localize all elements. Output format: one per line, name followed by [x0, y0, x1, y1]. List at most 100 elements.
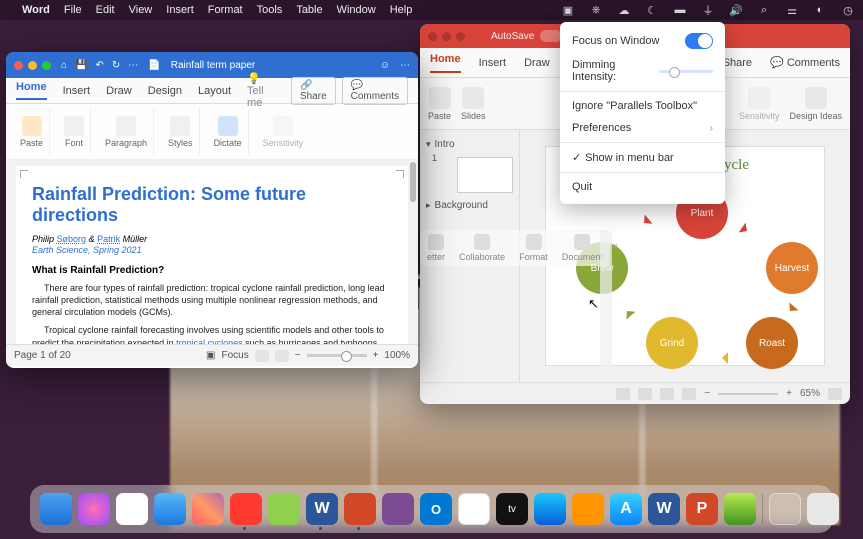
- view-slideshow-icon[interactable]: [682, 388, 696, 400]
- menu-tools[interactable]: Tools: [257, 4, 283, 16]
- dock-paint[interactable]: [458, 493, 490, 525]
- dock-app2[interactable]: [724, 493, 756, 525]
- menu-help[interactable]: Help: [390, 4, 413, 16]
- menu-table[interactable]: Table: [296, 4, 322, 16]
- vertical-scrollbar[interactable]: [410, 162, 416, 202]
- fit-icon[interactable]: [828, 388, 842, 400]
- tell-me[interactable]: Tell me: [247, 85, 264, 109]
- styles-icon[interactable]: [170, 116, 190, 136]
- dock-appstore[interactable]: A: [610, 493, 642, 525]
- minimize-icon[interactable]: [28, 61, 37, 70]
- menu-view[interactable]: View: [129, 4, 153, 16]
- dock-app[interactable]: [268, 493, 300, 525]
- view-normal-icon[interactable]: [616, 388, 630, 400]
- tab-design[interactable]: Design: [148, 85, 182, 97]
- status-wifi-icon[interactable]: ⏚: [701, 3, 715, 17]
- quit-option[interactable]: Quit: [572, 181, 592, 193]
- status-clock-icon[interactable]: ◷: [841, 3, 855, 17]
- tab-home[interactable]: Home: [16, 81, 47, 100]
- maximize-icon[interactable]: [456, 32, 465, 41]
- dock-books[interactable]: [572, 493, 604, 525]
- menu-file[interactable]: File: [64, 4, 82, 16]
- dock-parallels[interactable]: [230, 493, 262, 525]
- focus-toggle[interactable]: [685, 33, 713, 49]
- dock-outlook[interactable]: O: [420, 493, 452, 525]
- tab-draw[interactable]: Draw: [524, 57, 550, 69]
- comments-button[interactable]: 💬 Comments: [342, 77, 408, 105]
- dock-word[interactable]: W: [306, 493, 338, 525]
- ignore-option[interactable]: Ignore "Parallels Toolbox": [572, 100, 697, 112]
- close-icon[interactable]: [428, 32, 437, 41]
- tab-home[interactable]: Home: [430, 53, 461, 73]
- tab-insert[interactable]: Insert: [63, 85, 91, 97]
- dock-appletv[interactable]: tv: [496, 493, 528, 525]
- sync-icon[interactable]: ☺: [380, 60, 390, 71]
- tab-insert[interactable]: Insert: [479, 57, 507, 69]
- dimming-slider[interactable]: [659, 70, 713, 73]
- status-control-center-icon[interactable]: ⚌: [785, 3, 799, 17]
- status-moon-icon[interactable]: ☾: [645, 3, 659, 17]
- home-icon[interactable]: ⌂: [61, 60, 67, 71]
- status-volume-icon[interactable]: 🔊: [729, 3, 743, 17]
- status-tray-icon[interactable]: ▣: [561, 3, 575, 17]
- menu-insert[interactable]: Insert: [166, 4, 194, 16]
- paragraph-icon[interactable]: [116, 116, 136, 136]
- focus-mode-label[interactable]: Focus: [222, 350, 249, 361]
- more-icon[interactable]: ⋯: [128, 60, 138, 71]
- dock-finder[interactable]: [40, 493, 72, 525]
- menu-format[interactable]: Format: [208, 4, 243, 16]
- dock-calendar[interactable]: [116, 493, 148, 525]
- slides-icon[interactable]: [462, 87, 484, 109]
- view-print-icon[interactable]: [255, 350, 269, 362]
- slide-thumbnail[interactable]: [457, 157, 513, 193]
- dock-word2[interactable]: W: [648, 493, 680, 525]
- font-icon[interactable]: [64, 116, 84, 136]
- save-icon[interactable]: 💾: [75, 60, 87, 71]
- menu-window[interactable]: Window: [337, 4, 376, 16]
- dock-onenote[interactable]: [382, 493, 414, 525]
- ppt-share[interactable]: Share: [723, 57, 752, 69]
- tab-draw[interactable]: Draw: [106, 85, 132, 97]
- chevron-right-icon[interactable]: ▸: [426, 200, 431, 211]
- view-web-icon[interactable]: [275, 350, 289, 362]
- document-paper[interactable]: Rainfall Prediction: Some future directi…: [16, 166, 408, 344]
- share-button[interactable]: 🔗 Share: [291, 77, 336, 105]
- dock-powerpoint[interactable]: P: [686, 493, 718, 525]
- view-sorter-icon[interactable]: [638, 388, 652, 400]
- dock-safari[interactable]: [154, 493, 186, 525]
- menu-edit[interactable]: Edit: [96, 4, 115, 16]
- overflow-icon[interactable]: ⋯: [400, 60, 410, 71]
- dock-siri[interactable]: [78, 493, 110, 525]
- ppt-comments[interactable]: Comments: [787, 57, 840, 69]
- app-name[interactable]: Word: [22, 4, 50, 16]
- undo-icon[interactable]: ↶: [96, 60, 104, 71]
- view-reading-icon[interactable]: [660, 388, 674, 400]
- close-icon[interactable]: [14, 61, 23, 70]
- dictate-icon[interactable]: [218, 116, 238, 136]
- tab-layout[interactable]: Layout: [198, 85, 231, 97]
- status-battery-icon[interactable]: ▬: [673, 3, 687, 17]
- chevron-right-icon[interactable]: »: [613, 240, 618, 250]
- dock-downloads[interactable]: [769, 493, 801, 525]
- chevron-down-icon[interactable]: ▾: [426, 139, 431, 150]
- paste-icon[interactable]: [429, 87, 451, 109]
- dock-trash[interactable]: [807, 493, 839, 525]
- page-indicator[interactable]: Page 1 of 20: [14, 350, 71, 361]
- focus-mode-icon[interactable]: ▣: [206, 350, 215, 361]
- preferences-option[interactable]: Preferences: [572, 122, 631, 134]
- focus-on-window[interactable]: Focus on Window: [572, 35, 659, 47]
- outline-intro[interactable]: Intro: [435, 139, 455, 150]
- minimize-icon[interactable]: [442, 32, 451, 41]
- paste-icon[interactable]: [22, 116, 42, 136]
- design-ideas-icon[interactable]: [805, 87, 827, 109]
- dock-photos[interactable]: [192, 493, 224, 525]
- maximize-icon[interactable]: [42, 61, 51, 70]
- word-page-area[interactable]: Rainfall Prediction: Some future directi…: [6, 160, 418, 344]
- hyperlink[interactable]: tropical cyclones: [176, 338, 243, 344]
- dock-edge[interactable]: [534, 493, 566, 525]
- status-tray-icon[interactable]: ☁: [617, 3, 631, 17]
- outline-background[interactable]: Background: [435, 200, 488, 211]
- dock-parallels-win[interactable]: [344, 493, 376, 525]
- show-in-menu-bar[interactable]: Show in menu bar: [585, 152, 674, 164]
- zoom-slider[interactable]: [307, 354, 367, 357]
